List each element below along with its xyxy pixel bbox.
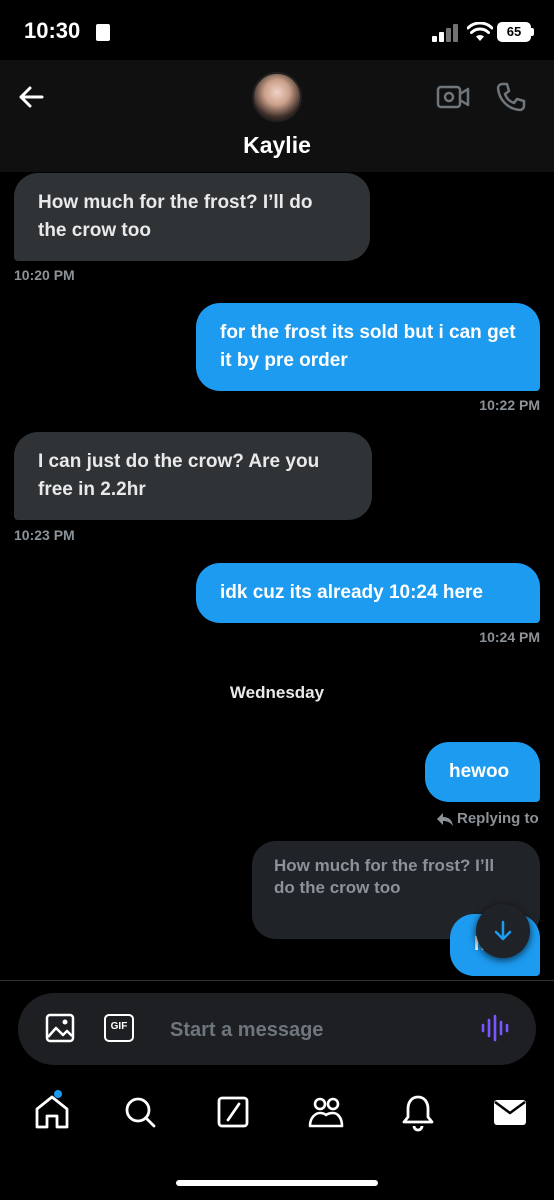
messages-mail-icon[interactable] <box>490 1092 530 1132</box>
message-bubble-incoming[interactable]: I can just do the crow? Are you free in … <box>14 432 372 520</box>
back-arrow-icon[interactable] <box>14 80 48 114</box>
message-timestamp: 10:24 PM <box>479 629 540 645</box>
message-timestamp: 10:23 PM <box>14 527 75 543</box>
day-separator: Wednesday <box>229 683 325 702</box>
message-bubble-outgoing[interactable]: hewoo <box>425 742 540 802</box>
contact-name[interactable]: Kaylie <box>0 132 554 159</box>
wifi-icon <box>467 22 493 41</box>
gif-button[interactable]: GIF <box>104 1014 134 1042</box>
battery-tip <box>531 28 534 36</box>
message-input[interactable] <box>170 1015 460 1045</box>
notification-dot <box>54 1090 62 1098</box>
notifications-bell-icon[interactable] <box>398 1092 438 1132</box>
video-camera-icon[interactable] <box>436 82 470 112</box>
gif-icon: GIF <box>110 1021 128 1032</box>
communities-icon[interactable] <box>306 1092 346 1132</box>
status-time: 10:30 <box>24 18 81 43</box>
message-bubble-outgoing[interactable]: for the frost its sold but i can get it … <box>196 303 540 391</box>
search-icon[interactable] <box>120 1092 160 1132</box>
grok-icon[interactable] <box>213 1092 253 1132</box>
image-icon[interactable] <box>44 1012 76 1044</box>
home-indicator <box>176 1180 378 1186</box>
reply-icon <box>437 813 453 826</box>
message-bubble-outgoing[interactable]: idk cuz its already 10:24 here <box>196 563 540 623</box>
battery-indicator: 65 <box>497 22 531 42</box>
book-icon <box>96 24 110 41</box>
message-timestamp: 10:22 PM <box>479 397 540 413</box>
avatar[interactable] <box>252 72 302 122</box>
cellular-signal-icon <box>432 22 462 42</box>
message-bubble-incoming[interactable]: How much for the frost? I’ll do the crow… <box>14 173 370 261</box>
voice-waveform-icon[interactable] <box>480 1012 510 1044</box>
divider <box>0 980 554 981</box>
message-timestamp: 10:20 PM <box>14 267 75 283</box>
scroll-to-bottom-button[interactable] <box>476 904 530 958</box>
arrow-down-icon <box>494 920 512 941</box>
replying-to-label: Replying to <box>457 810 539 827</box>
phone-icon[interactable] <box>494 80 528 114</box>
home-icon[interactable] <box>32 1092 72 1132</box>
